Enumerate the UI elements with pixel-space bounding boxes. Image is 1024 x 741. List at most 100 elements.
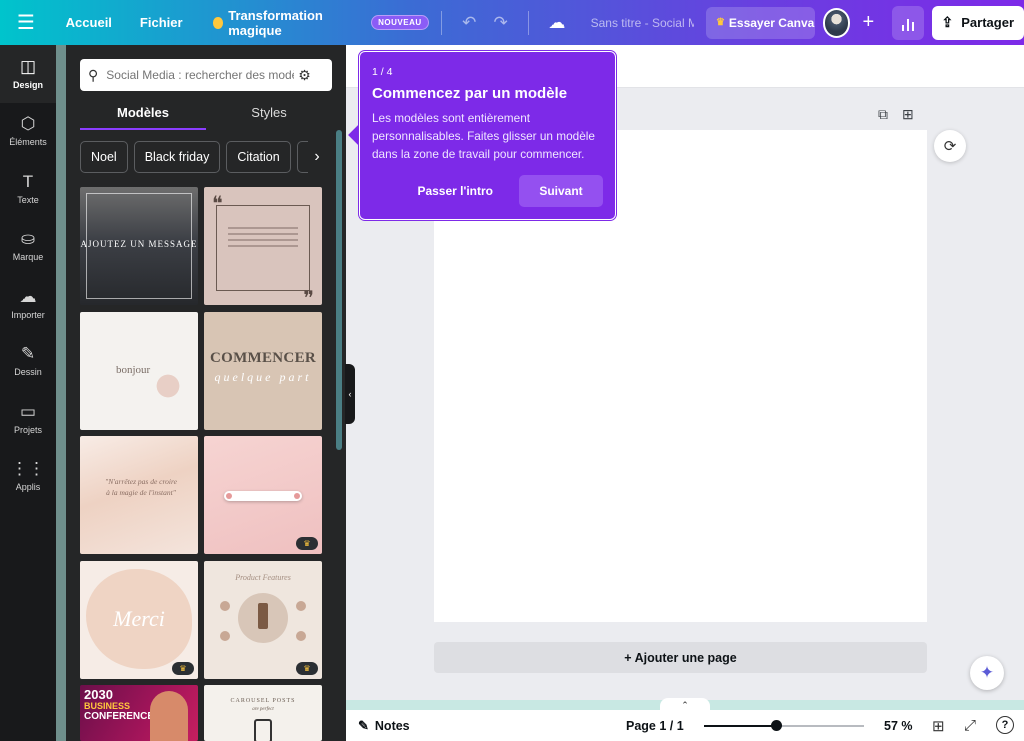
feature-dot xyxy=(220,631,230,641)
template-thumbnail[interactable]: CAROUSEL POSTS are perfect xyxy=(204,685,322,741)
template-thumbnail[interactable]: "N'arrêtez pas de croire à la magie de l… xyxy=(80,436,198,554)
template-thumbnail[interactable]: 2030 BUSINESS CONFERENCE xyxy=(80,685,198,741)
template-text: COMMENCER xyxy=(209,350,317,366)
rail-item-label: Marque xyxy=(12,252,44,263)
rail-item-label: Applis xyxy=(15,482,41,493)
avatar[interactable] xyxy=(822,7,851,38)
magic-sparkle-icon[interactable]: ✦ xyxy=(970,656,1004,690)
onboarding-tooltip: 1 / 4 Commencez par un modèle Les modèle… xyxy=(359,51,616,220)
rail-item-label: Texte xyxy=(17,194,39,205)
template-thumbnail[interactable]: bonjour xyxy=(80,312,198,430)
page-indicator[interactable]: Page 1 / 1 xyxy=(626,719,684,733)
search-input[interactable] xyxy=(106,68,295,82)
template-thumbnail[interactable]: AJOUTEZ UN MESSAGE xyxy=(80,187,198,305)
filter-icon[interactable]: ⚙ xyxy=(298,67,311,84)
magic-switch-label: Transformation magique xyxy=(228,7,323,38)
panel-tabs: Modèles Styles xyxy=(80,98,332,130)
template-text: CAROUSEL POSTS xyxy=(230,698,296,704)
cloud-save-icon[interactable]: ☁ xyxy=(541,6,572,40)
template-text: Merci xyxy=(113,606,165,631)
text-icon: T xyxy=(22,171,34,191)
help-icon[interactable]: ? xyxy=(996,716,1014,734)
next-button[interactable]: Suivant xyxy=(519,175,603,207)
try-pro-button[interactable]: ♛ Essayer Canva Pro xyxy=(705,6,815,39)
feature-dot xyxy=(296,631,306,641)
quote-open-icon: ❝ xyxy=(212,193,223,215)
try-pro-label: Essayer Canva Pro xyxy=(728,15,815,30)
share-upload-icon: ⇪ xyxy=(941,14,954,30)
panel-scrollbar[interactable] xyxy=(336,130,342,450)
duplicate-page-icon[interactable]: ⧉ xyxy=(878,106,888,123)
share-label: Partager xyxy=(961,15,1015,30)
rail-item-marque[interactable]: ⛀ Marque xyxy=(0,218,56,276)
elements-shapes-icon: ⬡ xyxy=(20,114,36,134)
tab-templates[interactable]: Modèles xyxy=(80,98,206,130)
chip-black-friday[interactable]: Black friday xyxy=(133,141,221,173)
rail-item-label: Projets xyxy=(13,424,42,435)
undo-icon[interactable]: ↶ xyxy=(454,6,485,40)
template-thumbnail[interactable]: Merci ♛ xyxy=(80,561,198,679)
plus-icon[interactable]: + xyxy=(854,8,882,38)
zoom-slider-knob[interactable] xyxy=(771,720,782,731)
magic-switch-button[interactable]: Transformation magique NOUVEAU xyxy=(197,8,429,38)
design-layout-icon: ◫ xyxy=(19,56,37,76)
template-text-lines xyxy=(228,227,298,251)
flower-decoration xyxy=(146,356,190,416)
chip-citation[interactable]: Citation xyxy=(226,141,291,173)
template-text: "N'arrêtez pas de croire à la magie de l… xyxy=(105,477,177,497)
zoom-level[interactable]: 57 % xyxy=(884,719,913,733)
search-box[interactable]: ⚲ ⚙ xyxy=(80,59,332,91)
template-thumbnail[interactable]: ♛ xyxy=(204,436,322,554)
home-link[interactable]: Accueil xyxy=(52,15,126,30)
template-text: are perfect xyxy=(252,707,274,712)
folder-icon: ▭ xyxy=(19,401,37,421)
product-bottle xyxy=(258,603,268,629)
rail-item-label: Éléments xyxy=(9,137,47,148)
crown-icon: ♛ xyxy=(715,17,725,28)
rail-item-importer[interactable]: ☁ Importer xyxy=(0,275,56,333)
rail-item-label: Dessin xyxy=(14,367,42,378)
feature-dot xyxy=(296,601,306,611)
pro-crown-icon: ♛ xyxy=(296,537,318,550)
tooltip-step: 1 / 4 xyxy=(372,66,393,78)
rail-item-label: Importer xyxy=(11,309,45,320)
rail-item-texte[interactable]: T Texte xyxy=(0,160,56,218)
comment-add-icon[interactable]: ⟳ xyxy=(934,130,966,162)
collapse-panel-icon[interactable]: ‹ xyxy=(345,364,355,424)
speaker-photo xyxy=(150,691,188,741)
chevron-right-icon[interactable]: › xyxy=(308,141,326,173)
brand-icon: ⛀ xyxy=(20,229,36,249)
pro-crown-icon: ♛ xyxy=(296,662,318,675)
rail-item-dessin[interactable]: ✎ Dessin xyxy=(0,333,56,391)
skip-intro-button[interactable]: Passer l'intro xyxy=(417,184,493,198)
file-menu[interactable]: Fichier xyxy=(126,15,197,30)
tab-styles[interactable]: Styles xyxy=(206,98,332,130)
grid-view-icon[interactable]: ⊞ xyxy=(932,717,945,735)
fullscreen-icon[interactable]: ⤢ xyxy=(964,717,976,734)
template-text: BUSINESS xyxy=(84,701,131,711)
hamburger-menu-icon[interactable]: ☰ xyxy=(0,0,52,45)
document-title[interactable]: Sans titre - Social Media xyxy=(591,16,694,30)
footer-bar: ✎ Notes Page 1 / 1 57 % ⊞ ⤢ ? xyxy=(346,710,1024,741)
add-page-button[interactable]: + Ajouter une page xyxy=(434,642,927,673)
crown-icon xyxy=(212,16,224,29)
template-thumbnail[interactable]: COMMENCER quelque part xyxy=(204,312,322,430)
zoom-slider[interactable] xyxy=(704,720,864,731)
rail-item-projets[interactable]: ▭ Projets xyxy=(0,390,56,448)
notes-button[interactable]: ✎ Notes xyxy=(358,718,410,734)
notes-icon: ✎ xyxy=(358,717,369,733)
chip-noel[interactable]: Noel xyxy=(80,141,128,173)
rail-item-design[interactable]: ◫ Design xyxy=(0,45,56,103)
rail-item-elements[interactable]: ⬡ Éléments xyxy=(0,103,56,161)
analytics-icon[interactable] xyxy=(892,5,924,40)
template-text: 2030 xyxy=(84,687,113,702)
new-badge: NOUVEAU xyxy=(371,15,429,30)
template-thumbnail[interactable]: Product Features ♛ xyxy=(204,561,322,679)
template-thumbnail[interactable]: ❝ ❞ xyxy=(204,187,322,305)
redo-icon[interactable]: ↷ xyxy=(485,6,516,40)
add-page-icon[interactable]: ⊞ xyxy=(902,106,914,123)
share-button[interactable]: ⇪ Partager xyxy=(931,5,1024,40)
notes-label: Notes xyxy=(374,718,410,733)
rail-item-applis[interactable]: ⋮⋮ Applis xyxy=(0,448,56,506)
feature-dot xyxy=(220,601,230,611)
